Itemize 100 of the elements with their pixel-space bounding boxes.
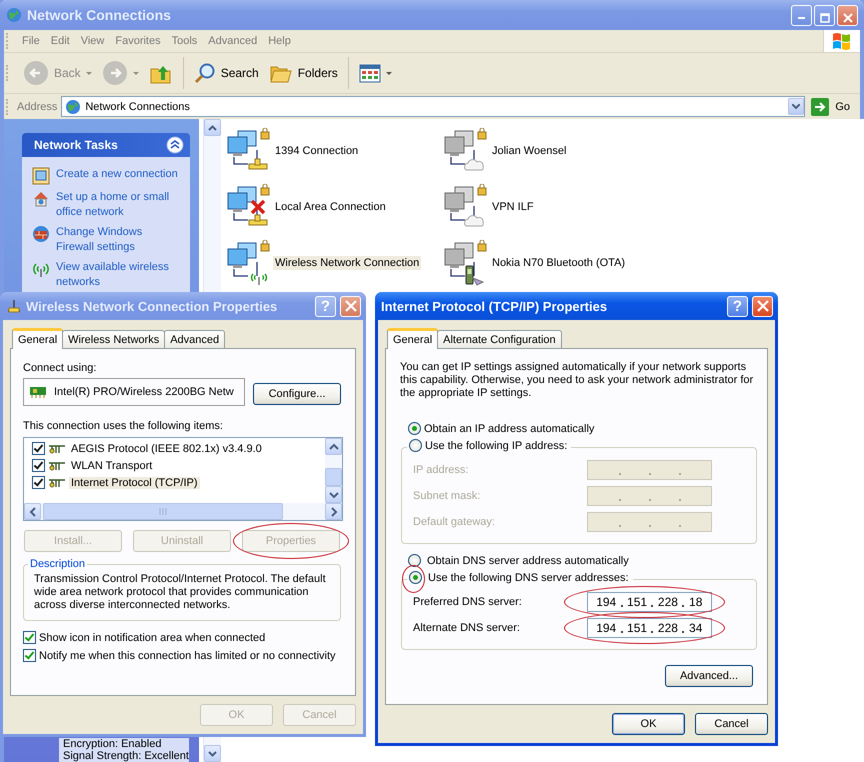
option-label[interactable]: Notify me when this connection has limited or no connectivity [39, 650, 336, 662]
section-label: This connection uses the following items: [23, 420, 224, 432]
caret-icon [792, 104, 800, 109]
instruction-text: You can get IP settings assigned automatically if your network supports this capability. Otherwise, you need to ask your network administrator for the appropriate IP settings. [400, 361, 754, 400]
close-button[interactable] [752, 296, 773, 316]
dialog-title: Wireless Network Connection Properties [26, 298, 278, 314]
network-icon [6, 298, 22, 314]
protocol-icon [48, 478, 66, 488]
menu-item[interactable]: File [17, 33, 46, 49]
radio-button[interactable] [409, 571, 422, 584]
list-item[interactable]: AEGIS Protocol (IEEE 802.1x) v3.4.9.0 [69, 442, 264, 454]
dialog-button[interactable]: Configure... [253, 383, 341, 405]
field-label: Subnet mask: [413, 490, 482, 502]
minimize-button[interactable] [791, 4, 812, 26]
folders-button[interactable]: Folders [264, 60, 342, 86]
checkbox[interactable] [32, 476, 45, 489]
minimize-icon [798, 17, 805, 19]
window-title: Network Connections [27, 7, 172, 23]
section-label: Connect using: [23, 362, 98, 374]
dropdown-button[interactable] [788, 98, 804, 115]
flag-icon [831, 31, 853, 51]
menu-item[interactable]: Favorites [110, 33, 167, 49]
tab[interactable]: Wireless Networks [62, 330, 166, 348]
search-icon [194, 62, 216, 84]
checkbox[interactable] [23, 649, 36, 662]
scroll-thumb[interactable] [43, 503, 283, 520]
grip-icon [159, 508, 167, 515]
tab[interactable]: Advanced [164, 330, 226, 348]
menu-item[interactable]: Edit [46, 33, 76, 49]
task-pane-title: Network Tasks [34, 138, 119, 152]
protocol-icon [48, 444, 66, 454]
radio-button[interactable] [408, 422, 421, 435]
address-field[interactable]: Network Connections [61, 96, 806, 117]
scroll-down-button[interactable] [204, 745, 221, 762]
adapter-field: Intel(R) PRO/Wireless 2200BG Netw [23, 378, 245, 406]
details-text: Encryption: Enabled [63, 738, 162, 750]
ip-address-field[interactable]: 194 151 228 34 [587, 618, 712, 638]
option-label[interactable]: Use the following DNS server addresses: [428, 572, 629, 584]
scroll-left-button[interactable] [24, 503, 41, 520]
search-button[interactable]: Search [190, 60, 263, 86]
advanced-button[interactable]: Advanced... [665, 665, 753, 687]
scroll-up-button[interactable] [204, 119, 221, 136]
tab[interactable]: General [387, 328, 438, 349]
address-label: Address [17, 100, 58, 112]
checkbox[interactable] [32, 442, 45, 455]
radio-button[interactable] [409, 439, 422, 452]
connection-label[interactable]: Wireless Network Connection [273, 256, 422, 270]
connection-label[interactable]: Jolian Woensel [490, 144, 568, 158]
collapse-button[interactable] [165, 135, 185, 155]
connection-label[interactable]: Local Area Connection [273, 200, 388, 214]
option-label[interactable]: Show icon in notification area when connected [39, 632, 266, 644]
chevron-icon [166, 136, 184, 154]
checkbox[interactable] [32, 459, 45, 472]
checkbox[interactable] [23, 631, 36, 644]
protocol-icon [48, 460, 66, 470]
tab[interactable]: General [12, 328, 64, 349]
globe-icon [6, 7, 22, 23]
option-label[interactable]: Obtain an IP address automatically [424, 422, 594, 434]
connection-label[interactable]: Nokia N70 Bluetooth (OTA) [490, 256, 628, 270]
group-title: Description [29, 558, 86, 570]
go-button[interactable]: Go [805, 98, 860, 116]
connection-label[interactable]: VPN ILF [490, 200, 536, 214]
field-label: Preferred DNS server: [413, 596, 523, 608]
ip-address-field[interactable]: 194 151 228 18 [587, 592, 712, 612]
wizard-icon [32, 167, 50, 185]
scroll-thumb[interactable] [325, 468, 342, 486]
scroll-up-button[interactable] [325, 438, 342, 455]
close-button[interactable] [837, 4, 858, 26]
scroll-down-button[interactable] [325, 486, 342, 503]
field-label: Alternate DNS server: [413, 622, 521, 634]
caret-icon [132, 72, 139, 74]
task-link[interactable]: View available wireless networks [56, 260, 178, 290]
globe-icon [65, 98, 82, 114]
menu-item[interactable]: Help [263, 33, 297, 49]
brick-wall-icon [32, 225, 50, 243]
field-label: Default gateway: [413, 516, 496, 528]
dialog-button[interactable]: Cancel [695, 713, 768, 735]
task-link[interactable]: Change Windows Firewall settings [56, 225, 178, 255]
close-icon [344, 300, 356, 312]
dialog-button[interactable]: OK [612, 713, 685, 735]
close-button[interactable] [340, 296, 361, 316]
option-label[interactable]: Obtain DNS server address automatically [427, 554, 629, 566]
menu-item[interactable]: View [76, 33, 110, 49]
menu-item[interactable]: Tools [166, 33, 204, 49]
radio-button[interactable] [408, 554, 421, 567]
scroll-right-button[interactable] [325, 503, 342, 520]
maximize-button[interactable] [814, 4, 835, 26]
connection-label[interactable]: 1394 Connection [273, 144, 360, 158]
caret-icon [86, 72, 92, 74]
caret-icon [386, 72, 392, 74]
house-icon [32, 190, 50, 208]
list-item[interactable]: Internet Protocol (TCP/IP) [69, 476, 200, 488]
field-label: IP address: [413, 464, 470, 476]
option-label[interactable]: Use the following IP address: [425, 440, 568, 452]
tab[interactable]: Alternate Configuration [437, 330, 562, 348]
grid-icon [358, 62, 381, 84]
task-link[interactable]: Set up a home or small office network [56, 190, 178, 220]
list-item[interactable]: WLAN Transport [69, 460, 154, 472]
menu-item[interactable]: Advanced [203, 33, 264, 49]
task-link[interactable]: Create a new connection [56, 167, 178, 182]
